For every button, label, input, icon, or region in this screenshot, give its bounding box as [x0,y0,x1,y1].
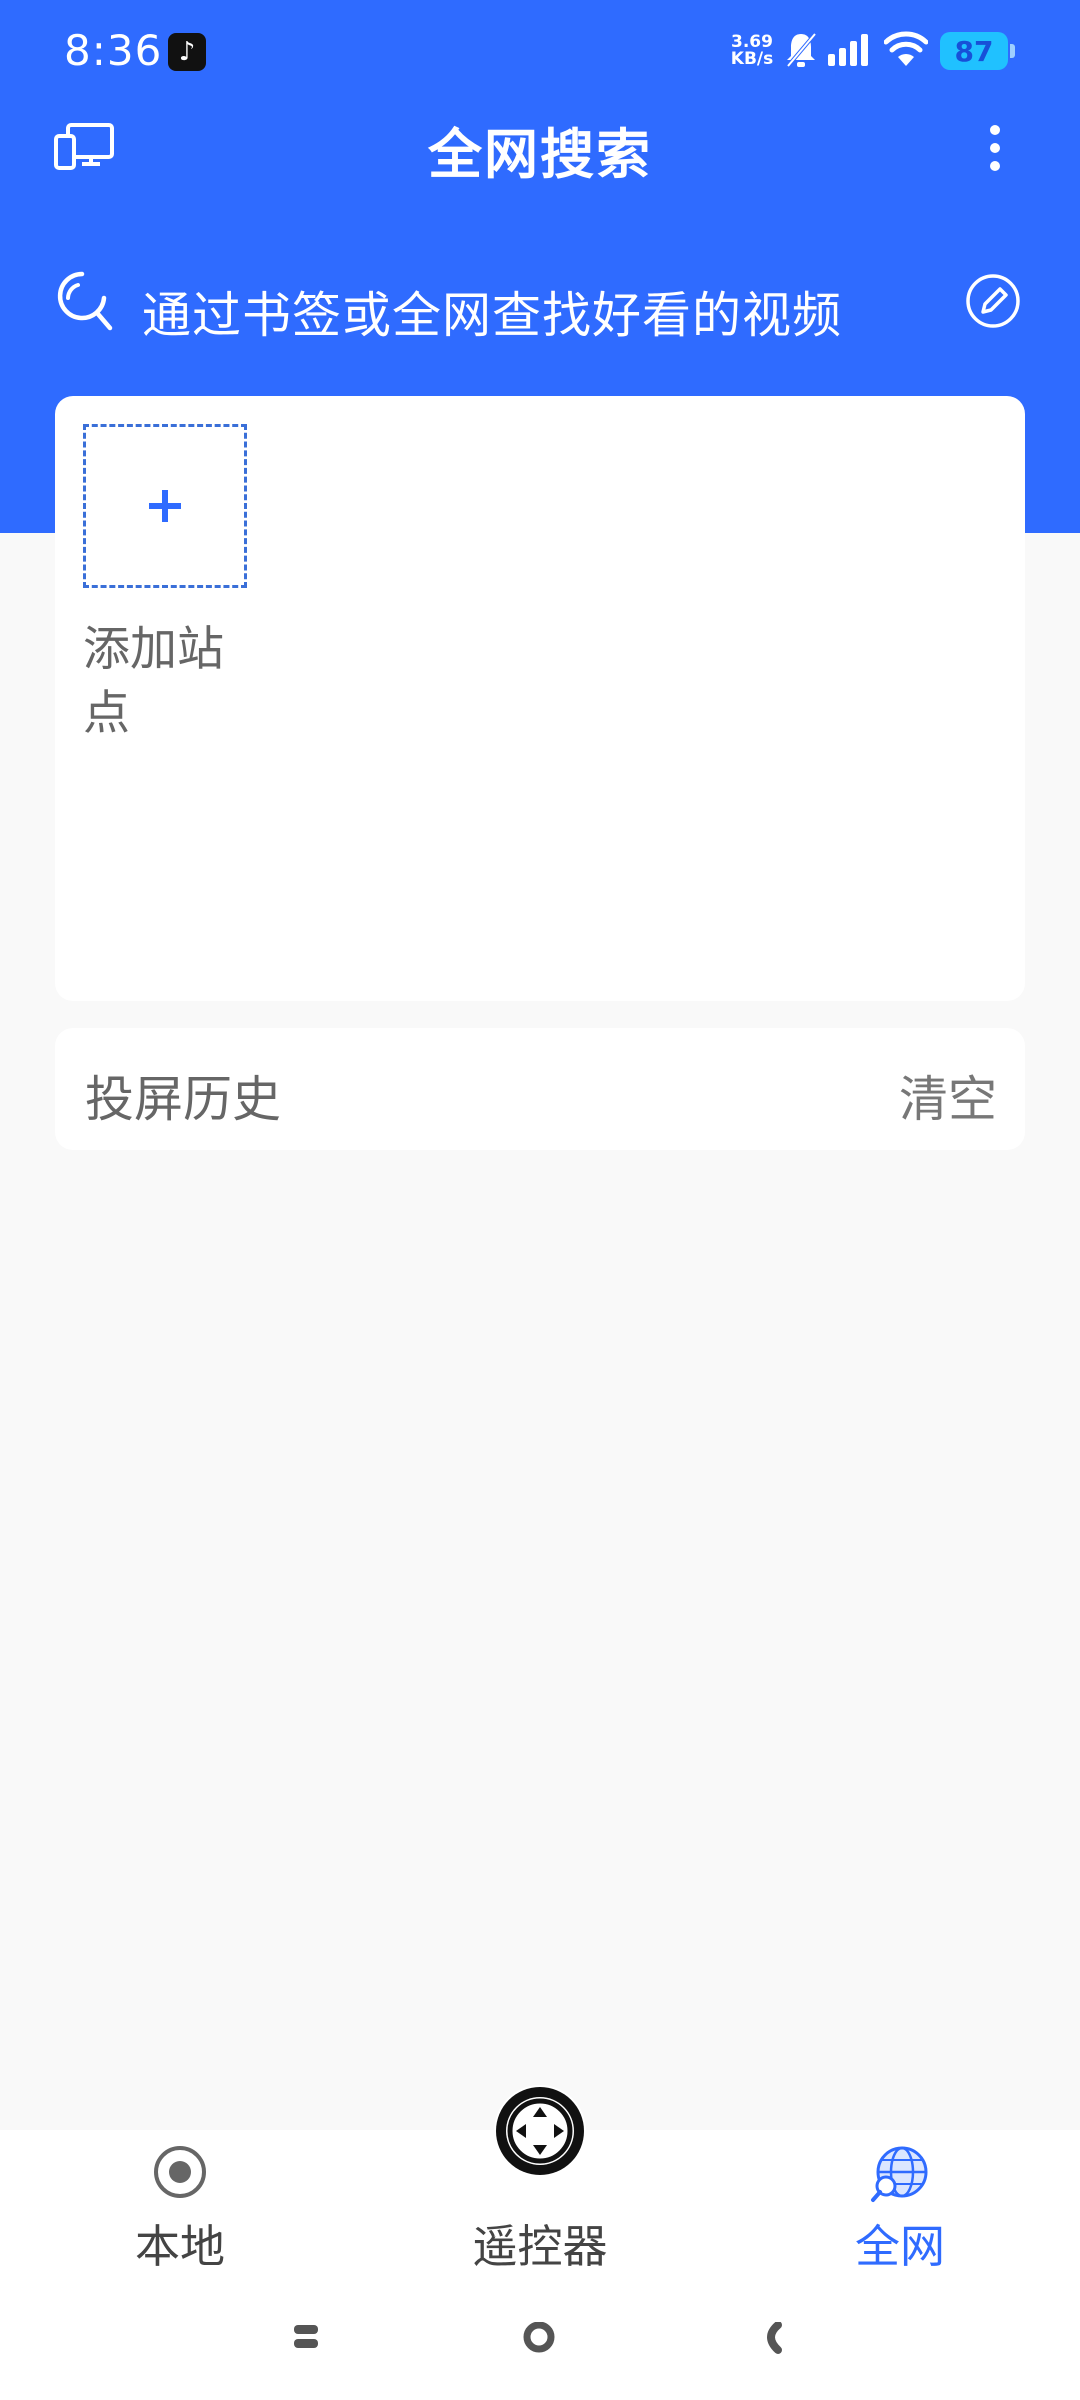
remote-dpad-icon [496,2087,584,2175]
system-nav-bar [0,2300,1080,2370]
search-input[interactable]: 通过书签或全网查找好看的视频 [142,276,842,347]
tiktok-icon: ♪ [168,33,206,71]
status-time: 8:36 [64,26,163,75]
plus-icon [149,490,181,522]
nav-label-remote: 遥控器 [472,2220,608,2273]
add-site-label: 添加站点 [83,622,224,741]
sites-card: 添加站点 [55,396,1025,1001]
nav-item-web[interactable]: 全网 [770,2130,1030,2280]
recent-apps-icon[interactable] [292,2322,320,2352]
edit-icon[interactable] [964,272,1022,330]
more-vertical-icon[interactable] [980,118,1010,178]
net-speed-unit: KB/s [730,49,774,69]
signal-icon [828,34,868,66]
add-site-button[interactable] [83,424,247,588]
radio-dot-icon [154,2146,206,2198]
globe-icon [871,2146,928,2202]
cast-history-card: 投屏历史 清空 [55,1028,1025,1150]
net-speed: 3.69 KB/s [726,34,778,68]
nav-label-local: 本地 [134,2220,225,2273]
wifi-icon [884,31,928,66]
nav-item-local[interactable]: 本地 [50,2130,310,2280]
remote-control-button[interactable] [494,2085,586,2177]
nav-label-web: 全网 [854,2220,945,2273]
battery-tip [1010,44,1015,58]
clear-history-button[interactable]: 清空 [899,1060,997,1131]
status-bar: 8:36 ♪ 3.69 KB/s 87 [0,0,1080,100]
search-icon[interactable] [54,268,116,334]
home-icon[interactable] [522,2322,556,2356]
page-title: 全网搜索 [428,123,652,186]
battery-indicator: 87 [940,32,1008,70]
history-title: 投屏历史 [85,1071,282,1128]
bell-muted-icon [786,32,817,68]
back-icon[interactable] [760,2322,784,2356]
